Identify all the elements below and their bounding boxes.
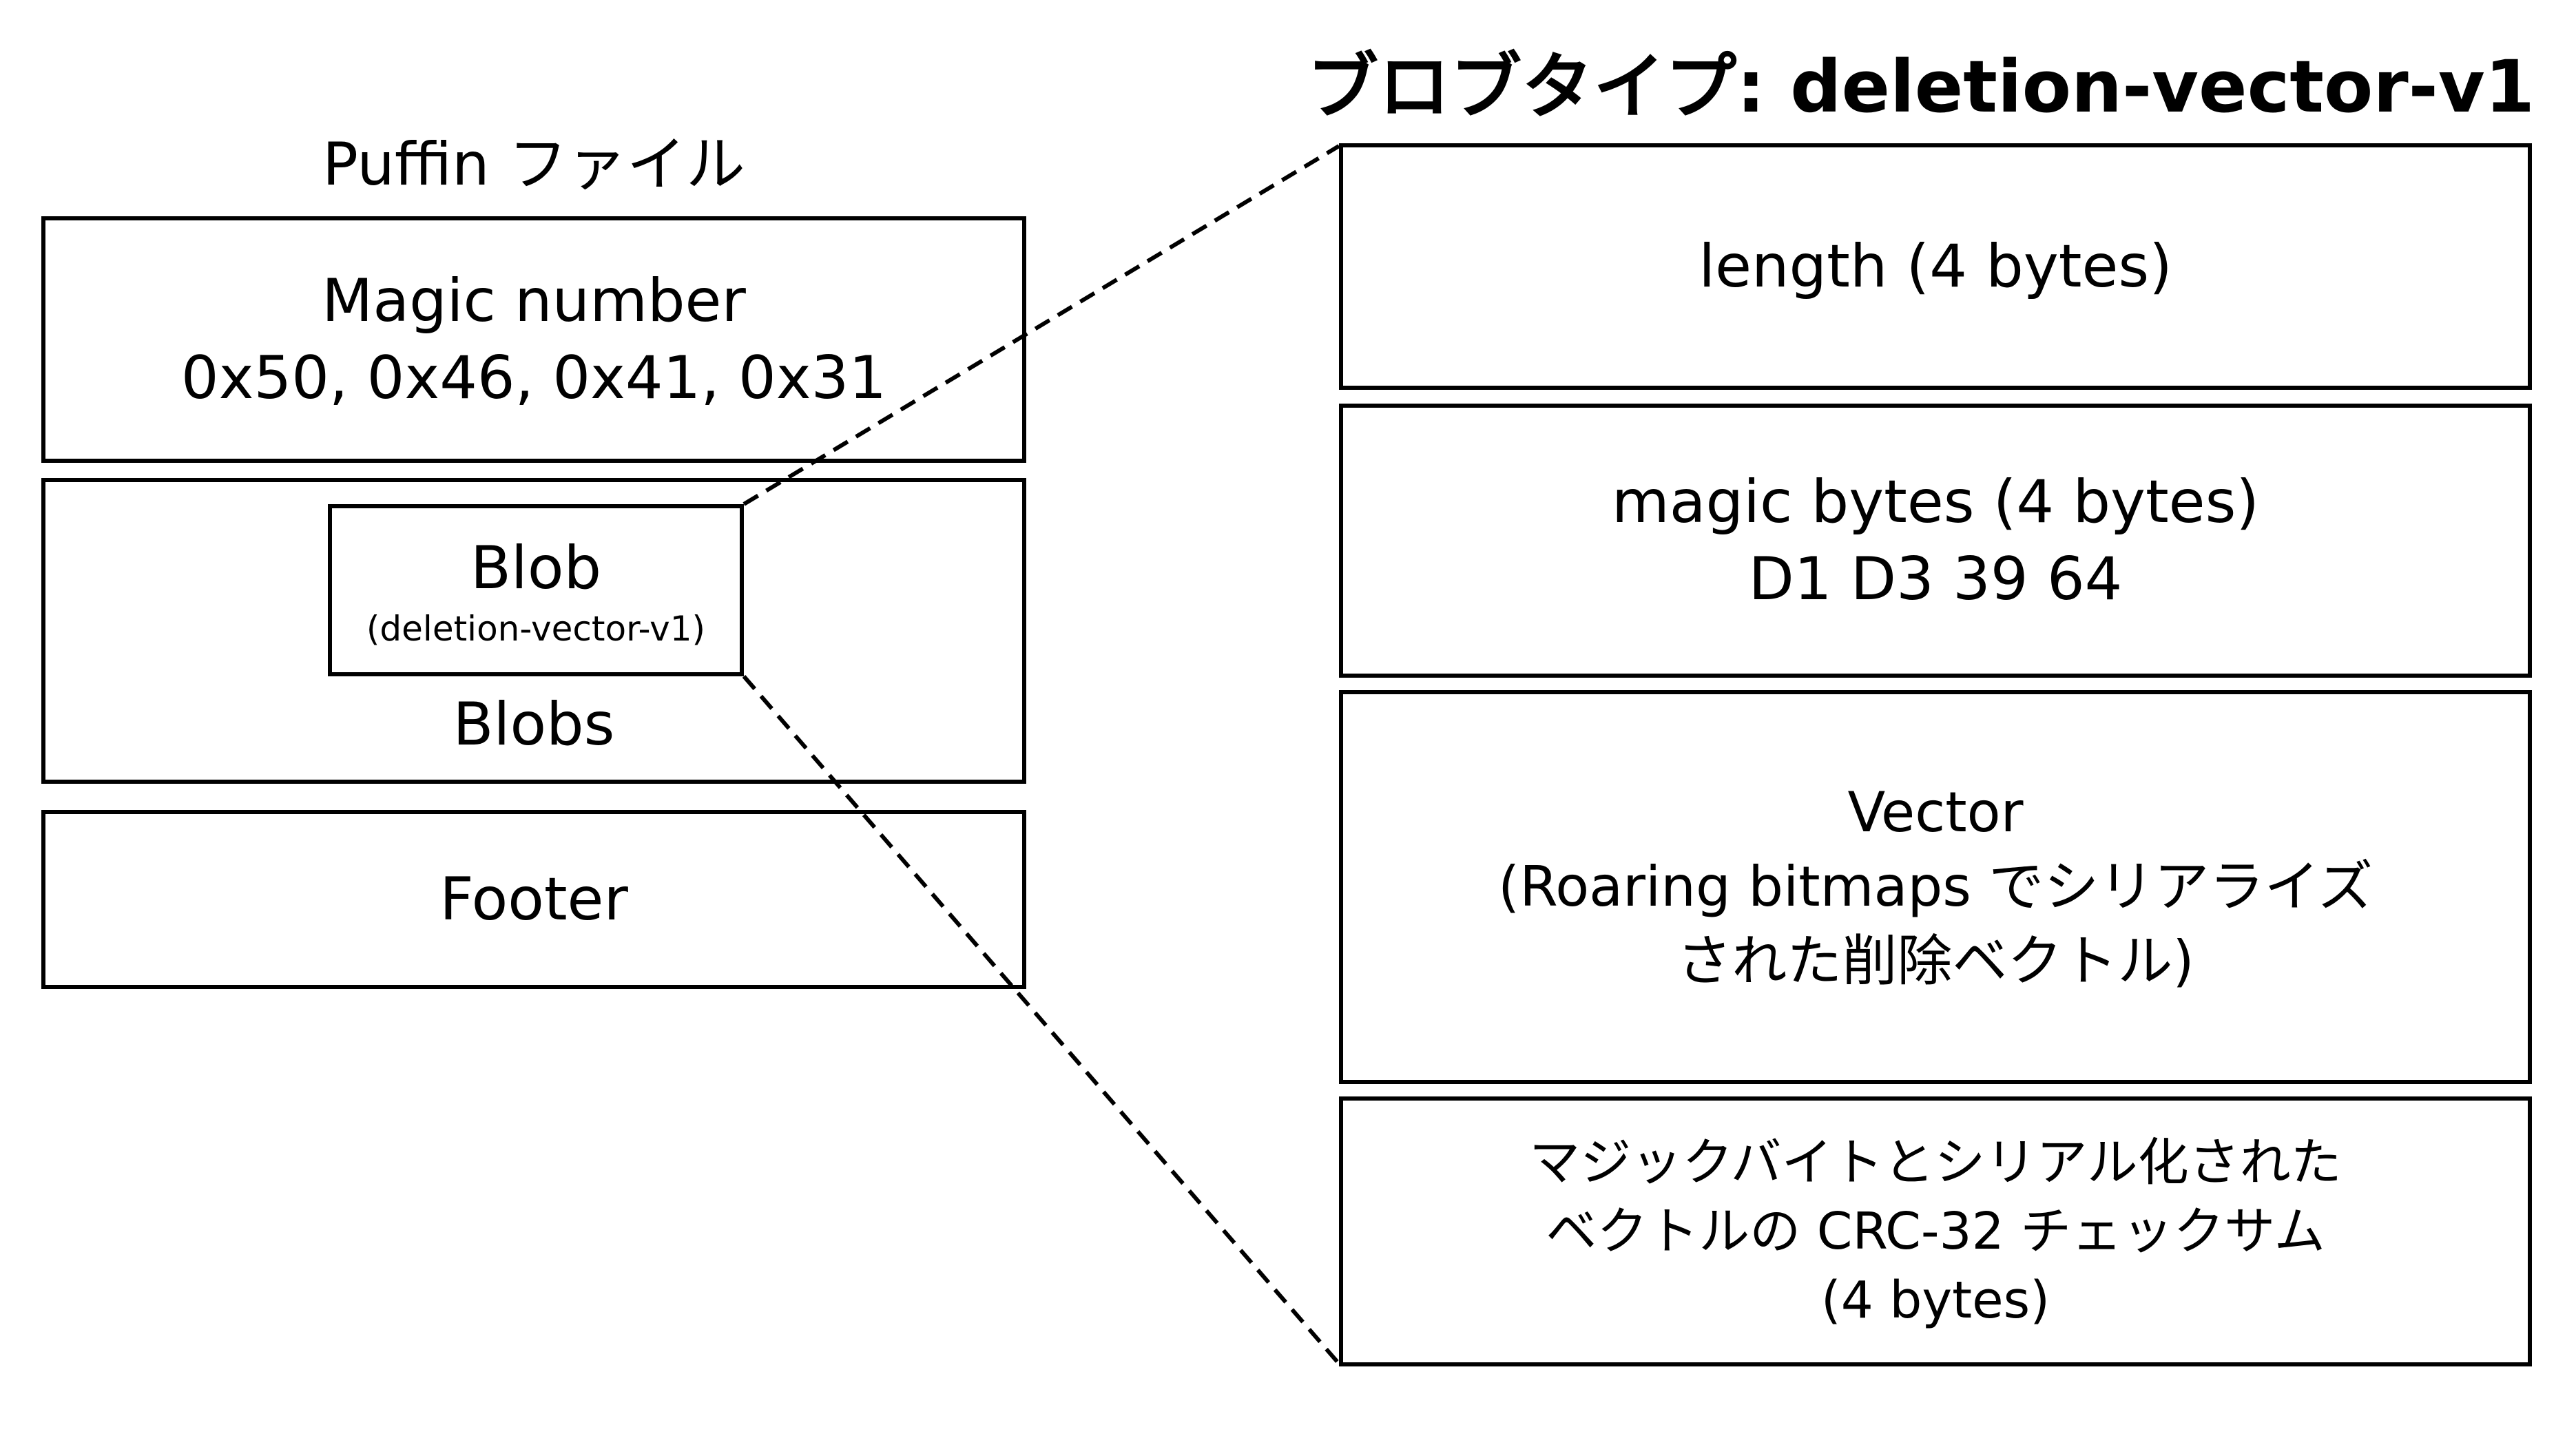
checksum-line2: ベクトルの CRC-32 チェックサム: [1546, 1202, 2325, 1261]
vector-field: Vector (Roaring bitmaps でシリアライズ された削除ベクト…: [1339, 690, 2532, 1084]
magic-bytes-field: magic bytes (4 bytes) D1 D3 39 64: [1339, 404, 2532, 678]
blob-type-title: ブロブタイプ: deletion-vector-v1: [1307, 45, 2535, 129]
connector-line-top: [742, 144, 1340, 506]
vector-description-line2: された削除ベクトル): [1676, 929, 2194, 993]
length-label: length (4 bytes): [1699, 232, 2172, 301]
connector-line-bottom: [742, 675, 1341, 1365]
checksum-field: マジックバイトとシリアル化された ベクトルの CRC-32 チェックサム (4 …: [1339, 1096, 2532, 1366]
checksum-line1: マジックバイトとシリアル化された: [1529, 1133, 2342, 1192]
vector-description-line1: (Roaring bitmaps でシリアライズ: [1497, 855, 2374, 919]
magic-bytes-label: magic bytes (4 bytes): [1612, 468, 2259, 537]
length-field: length (4 bytes): [1339, 143, 2532, 390]
vector-label: Vector: [1847, 780, 2024, 844]
magic-bytes-value: D1 D3 39 64: [1748, 545, 2123, 614]
checksum-line3: (4 bytes): [1820, 1271, 2050, 1330]
